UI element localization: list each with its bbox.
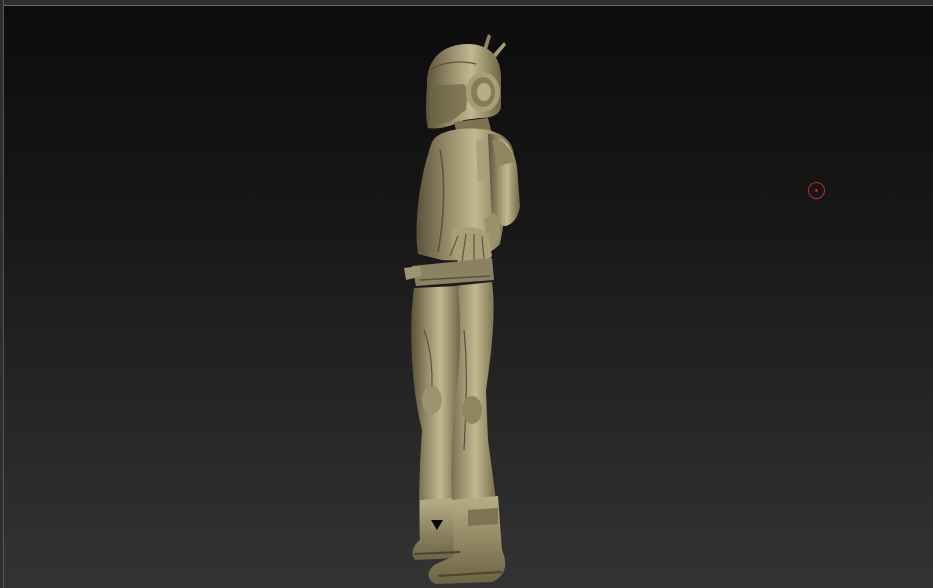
belt [404, 258, 494, 286]
target-circle-icon[interactable] [808, 182, 825, 199]
sculpt-model-armored-figure[interactable] [380, 30, 550, 588]
helmet [426, 44, 502, 129]
target-center-dot [815, 189, 818, 192]
cursor-pointer-icon [431, 520, 443, 530]
viewport-left-frame [0, 0, 4, 588]
boots [412, 496, 506, 584]
viewport-top-frame [0, 0, 933, 6]
canvas-viewport[interactable] [0, 0, 933, 588]
